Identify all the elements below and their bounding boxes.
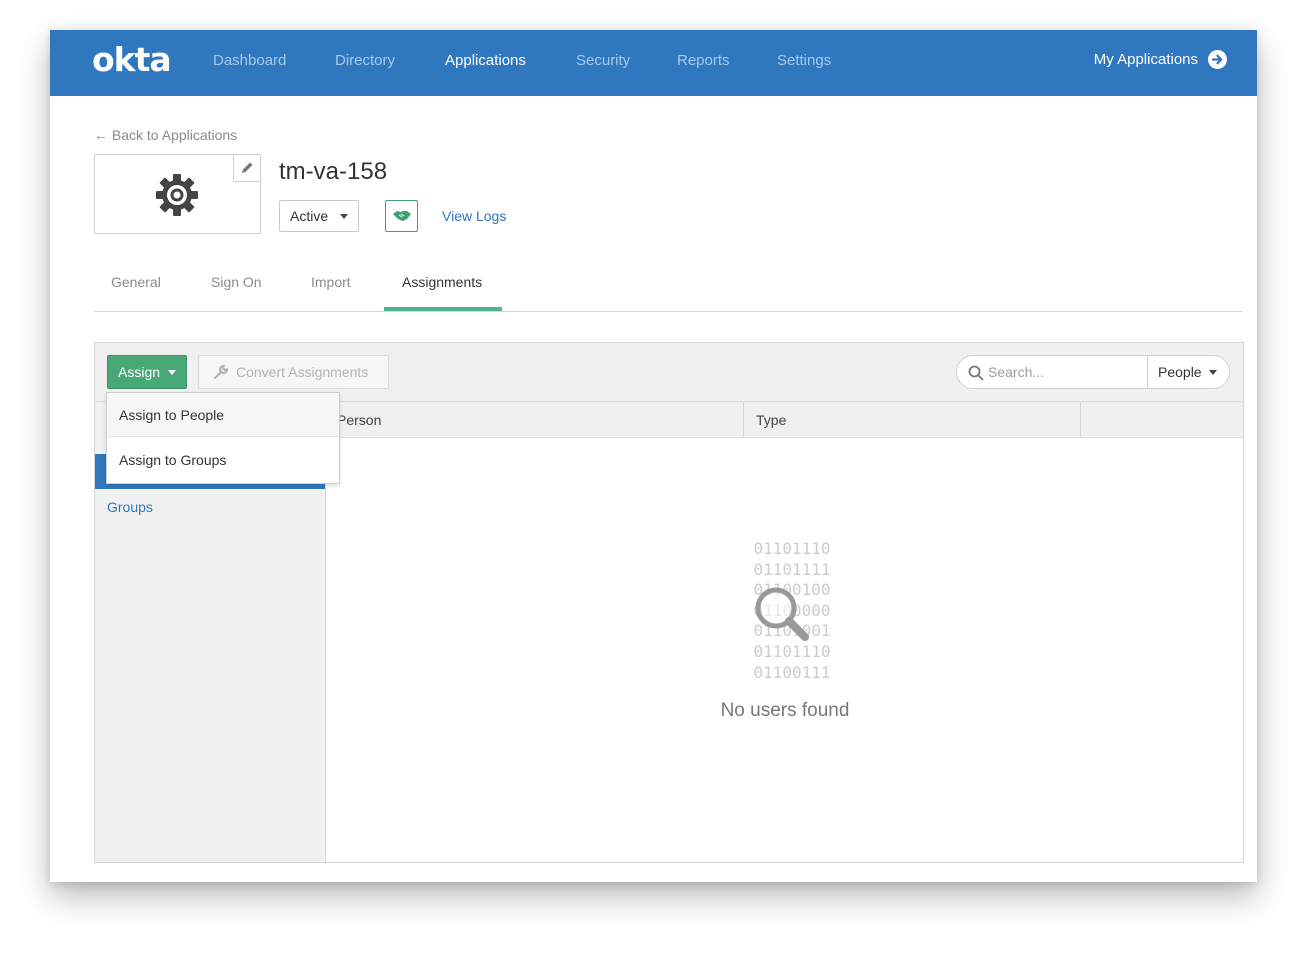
binary-line: 01101110 (753, 539, 831, 558)
top-nav: okta Dashboard Directory Applications Se… (50, 30, 1257, 96)
arrow-circle-right-icon (1208, 50, 1227, 69)
gear-icon (156, 174, 198, 216)
column-divider (1080, 402, 1081, 437)
empty-state-message: No users found (720, 700, 850, 721)
assignments-table-header: Person Type (326, 402, 1243, 438)
my-applications-label: My Applications (1093, 51, 1198, 68)
nav-reports[interactable]: Reports (677, 52, 730, 69)
menu-item-assign-to-groups[interactable]: Assign to Groups (107, 438, 339, 482)
nav-directory[interactable]: Directory (335, 52, 395, 69)
search-filter-dropdown[interactable]: People (1147, 356, 1229, 388)
edit-logo-button[interactable] (233, 154, 261, 182)
status-dropdown[interactable]: Active (279, 200, 359, 232)
assign-button[interactable]: Assign (107, 355, 187, 389)
wrench-icon (213, 364, 229, 380)
handshake-icon (392, 211, 411, 221)
search-box: People (956, 355, 1230, 389)
chevron-down-icon (340, 214, 348, 219)
push-provisioning-button[interactable] (385, 200, 418, 232)
assign-label: Assign (118, 364, 161, 380)
binary-line: 01100111 (753, 662, 831, 682)
assign-dropdown-menu: Assign to People Assign to Groups (106, 392, 340, 484)
binary-line: 01101111 (753, 559, 831, 579)
status-value: Active (290, 208, 329, 224)
pencil-icon (242, 162, 253, 173)
app-logo-box (94, 154, 261, 234)
nav-applications[interactable]: Applications (445, 52, 526, 69)
search-icon (968, 365, 984, 381)
chevron-down-icon (168, 370, 176, 375)
app-window: okta Dashboard Directory Applications Se… (50, 30, 1257, 882)
menu-item-assign-to-people[interactable]: Assign to People (107, 393, 339, 437)
active-tab-indicator (384, 307, 502, 311)
tab-sign-on[interactable]: Sign On (211, 274, 262, 290)
app-title: tm-va-158 (279, 158, 388, 185)
column-type[interactable]: Type (756, 412, 786, 428)
sidebar-item-groups[interactable]: Groups (107, 499, 153, 515)
tab-assignments[interactable]: Assignments (402, 274, 482, 290)
chevron-down-icon (1209, 370, 1217, 375)
my-applications-link[interactable]: My Applications (1094, 50, 1227, 69)
view-logs-link[interactable]: View Logs (442, 208, 506, 224)
column-person[interactable]: Person (337, 412, 381, 428)
nav-security[interactable]: Security (576, 52, 630, 69)
magnifier-icon (755, 587, 809, 641)
app-tabs: General Sign On Import Assignments (94, 256, 1243, 312)
column-divider (743, 402, 744, 437)
search-filter-value: People (1158, 364, 1202, 380)
nav-dashboard[interactable]: Dashboard (213, 52, 286, 69)
convert-assignments-label: Convert Assignments (236, 364, 369, 380)
nav-settings[interactable]: Settings (777, 52, 831, 69)
back-to-applications-link[interactable]: ← Back to Applications (94, 127, 237, 143)
binary-line: 01101110 (753, 641, 831, 661)
search-input[interactable] (988, 356, 1143, 388)
tab-import[interactable]: Import (311, 274, 351, 290)
okta-logo[interactable]: okta (92, 40, 172, 79)
convert-assignments-button[interactable]: Convert Assignments (198, 355, 389, 389)
tab-general[interactable]: General (111, 274, 161, 290)
